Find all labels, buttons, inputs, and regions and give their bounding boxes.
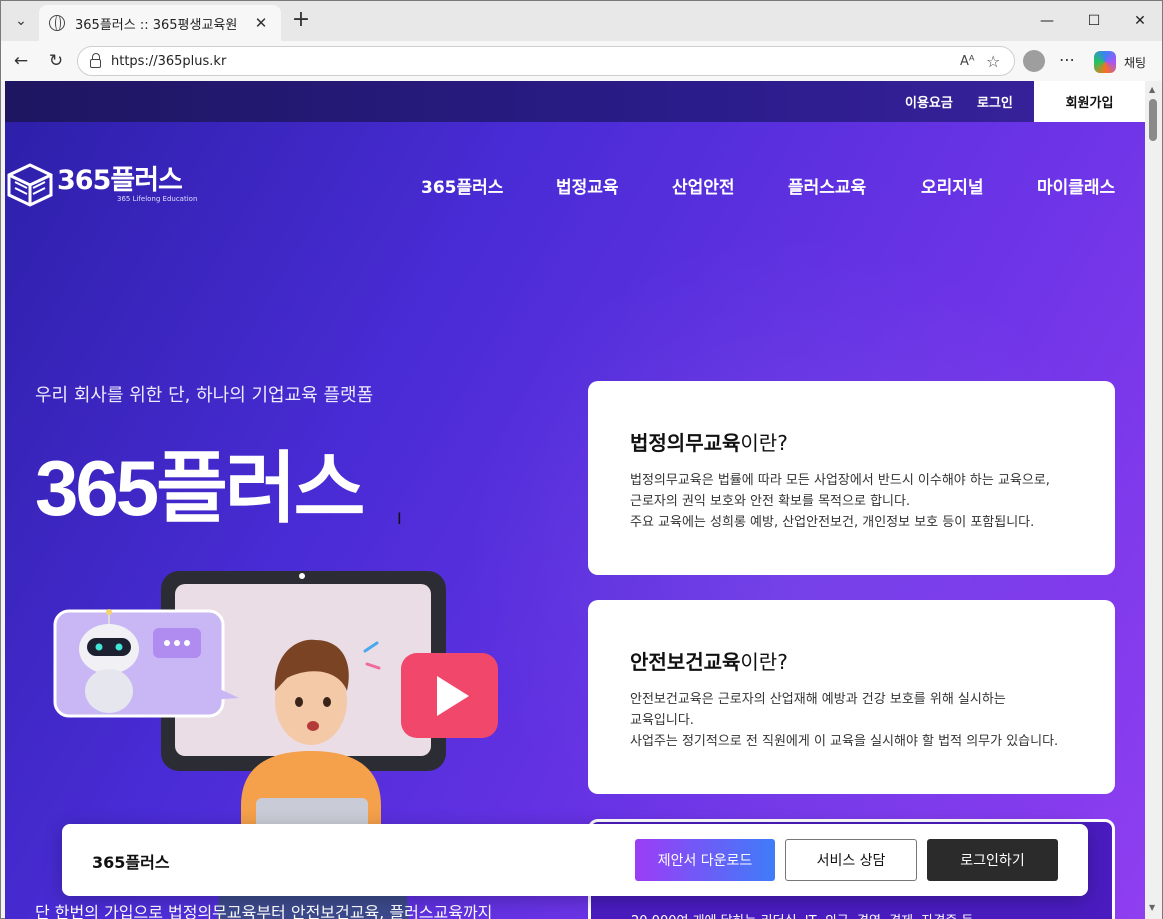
maximize-icon[interactable]: ☐ <box>1071 7 1117 35</box>
hero-subtitle: 우리 회사를 위한 단, 하나의 기업교육 플랫폼 <box>35 385 374 406</box>
nav-item-original[interactable]: 오리지널 <box>921 173 984 198</box>
favorite-star-icon[interactable]: ☆ <box>986 52 1014 71</box>
browser-tab[interactable]: 365플러스 :: 365평생교육원 ✕ <box>39 5 281 41</box>
card-line: 사업주는 정기적으로 전 직원에게 이 교육을 실시해야 할 법적 의무가 있습… <box>630 734 1059 749</box>
card-body: 법정의무교육은 법률에 따라 모든 사업장에서 반드시 이수해야 하는 교육으로… <box>630 470 1073 533</box>
hero-title: 365플러스 <box>35 444 365 532</box>
pricing-link[interactable]: 이용요금 <box>905 92 953 111</box>
signup-button[interactable]: 회원가입 <box>1034 81 1145 122</box>
tab-bar: ⌄ 365플러스 :: 365평생교육원 ✕ + — ☐ ✕ <box>1 1 1162 41</box>
nav-item-plus-education[interactable]: 플러스교육 <box>788 173 866 198</box>
logo-wordmark: 365플러스 365 Lifelong Education <box>57 165 198 204</box>
sticky-brand: 365플러스 <box>92 853 170 872</box>
browser-toolbar: ← ↻ https://365plus.kr Aᴬ ☆ ⋯ 채팅 <box>1 41 1162 81</box>
page-viewport: 이용요금 로그인 회원가입 365플러스 365 Lifelong Educat… <box>5 81 1145 919</box>
card-line: 근로자의 권익 보호와 안전 확보를 목적으로 합니다. <box>630 494 911 509</box>
copilot-label: 채팅 <box>1124 55 1147 70</box>
login-button[interactable]: 로그인하기 <box>927 839 1058 881</box>
lock-icon <box>90 53 101 68</box>
sticky-cta-bar: 365플러스 제안서 다운로드 서비스 상담 로그인하기 <box>62 824 1088 896</box>
card-title: 안전보건교육이란? <box>630 650 788 674</box>
tab-close-icon[interactable]: ✕ <box>251 14 271 32</box>
info-card-legal-education: 법정의무교육이란? 법정의무교육은 법률에 따라 모든 사업장에서 반드시 이수… <box>588 381 1115 575</box>
new-tab-plus-icon[interactable]: + <box>289 9 313 33</box>
nav-item-my-class[interactable]: 마이클래스 <box>1037 173 1115 198</box>
copilot-chat-button[interactable]: 채팅 <box>1094 49 1154 75</box>
service-consult-button[interactable]: 서비스 상담 <box>785 839 917 881</box>
url-text[interactable]: https://365plus.kr <box>111 54 960 69</box>
window-close-icon[interactable]: ✕ <box>1117 7 1163 35</box>
browser-window: ⌄ 365플러스 :: 365평생교육원 ✕ + — ☐ ✕ ← ↻ https… <box>0 0 1163 919</box>
proposal-download-button[interactable]: 제안서 다운로드 <box>635 839 775 881</box>
minimize-icon[interactable]: — <box>1024 7 1070 35</box>
info-card-safety-education: 안전보건교육이란? 안전보건교육은 근로자의 산업재해 예방과 건강 보호를 위… <box>588 600 1115 794</box>
nav-item-legal-education[interactable]: 법정교육 <box>556 173 619 198</box>
utility-bar: 이용요금 로그인 회원가입 <box>5 81 1145 122</box>
globe-icon <box>49 15 65 31</box>
address-bar[interactable]: https://365plus.kr Aᴬ ☆ <box>77 46 1015 76</box>
site-logo[interactable]: 365플러스 365 Lifelong Education <box>7 163 197 207</box>
card-title: 법정의무교육이란? <box>630 431 788 455</box>
nav-item-365plus[interactable]: 365플러스 <box>421 173 503 198</box>
bottom-description: 단 한번의 가입으로 법정의무교육부터 안전보건교육, 플러스교육까지 <box>35 903 493 919</box>
logo-cube-icon <box>7 163 53 207</box>
card-body: 안전보건교육은 근로자의 산업재해 예방과 건강 보호를 위해 실시하는 교육입… <box>630 689 1073 752</box>
logo-subtext: 365 Lifelong Education <box>117 195 198 203</box>
scroll-down-icon[interactable]: ▼ <box>1149 903 1155 912</box>
tab-actions-chevron-icon[interactable]: ⌄ <box>7 8 35 34</box>
reload-icon[interactable]: ↻ <box>42 47 70 75</box>
card-line: 법정의무교육은 법률에 따라 모든 사업장에서 반드시 이수해야 하는 교육으로… <box>630 473 1050 488</box>
tab-title: 365플러스 :: 365평생교육원 <box>75 17 238 33</box>
scroll-thumb[interactable] <box>1149 99 1157 141</box>
card-line: 교육입니다. <box>630 713 694 728</box>
card-peek-text: 20,000여 개에 달하는 리더십, IT, 외국, 경영, 경제, 자격증 … <box>631 910 973 919</box>
read-aloud-icon[interactable]: Aᴬ <box>960 54 986 69</box>
card-line: 주요 교육에는 성희롱 예방, 산업안전보건, 개인정보 보호 등이 포함됩니다… <box>630 515 1035 530</box>
more-menu-icon[interactable]: ⋯ <box>1059 50 1076 69</box>
nav-item-industrial-safety[interactable]: 산업안전 <box>672 173 735 198</box>
text-cursor-icon: I <box>397 509 402 528</box>
back-arrow-icon[interactable]: ← <box>7 47 35 75</box>
profile-avatar-icon[interactable] <box>1023 50 1045 72</box>
scroll-up-icon[interactable]: ▲ <box>1149 85 1155 94</box>
copilot-icon <box>1094 51 1116 73</box>
card-line: 안전보건교육은 근로자의 산업재해 예방과 건강 보호를 위해 실시하는 <box>630 692 1006 707</box>
logo-text: 365플러스 <box>57 165 183 196</box>
page-scrollbar[interactable]: ▲ ▼ <box>1145 81 1162 919</box>
login-link[interactable]: 로그인 <box>977 92 1013 111</box>
